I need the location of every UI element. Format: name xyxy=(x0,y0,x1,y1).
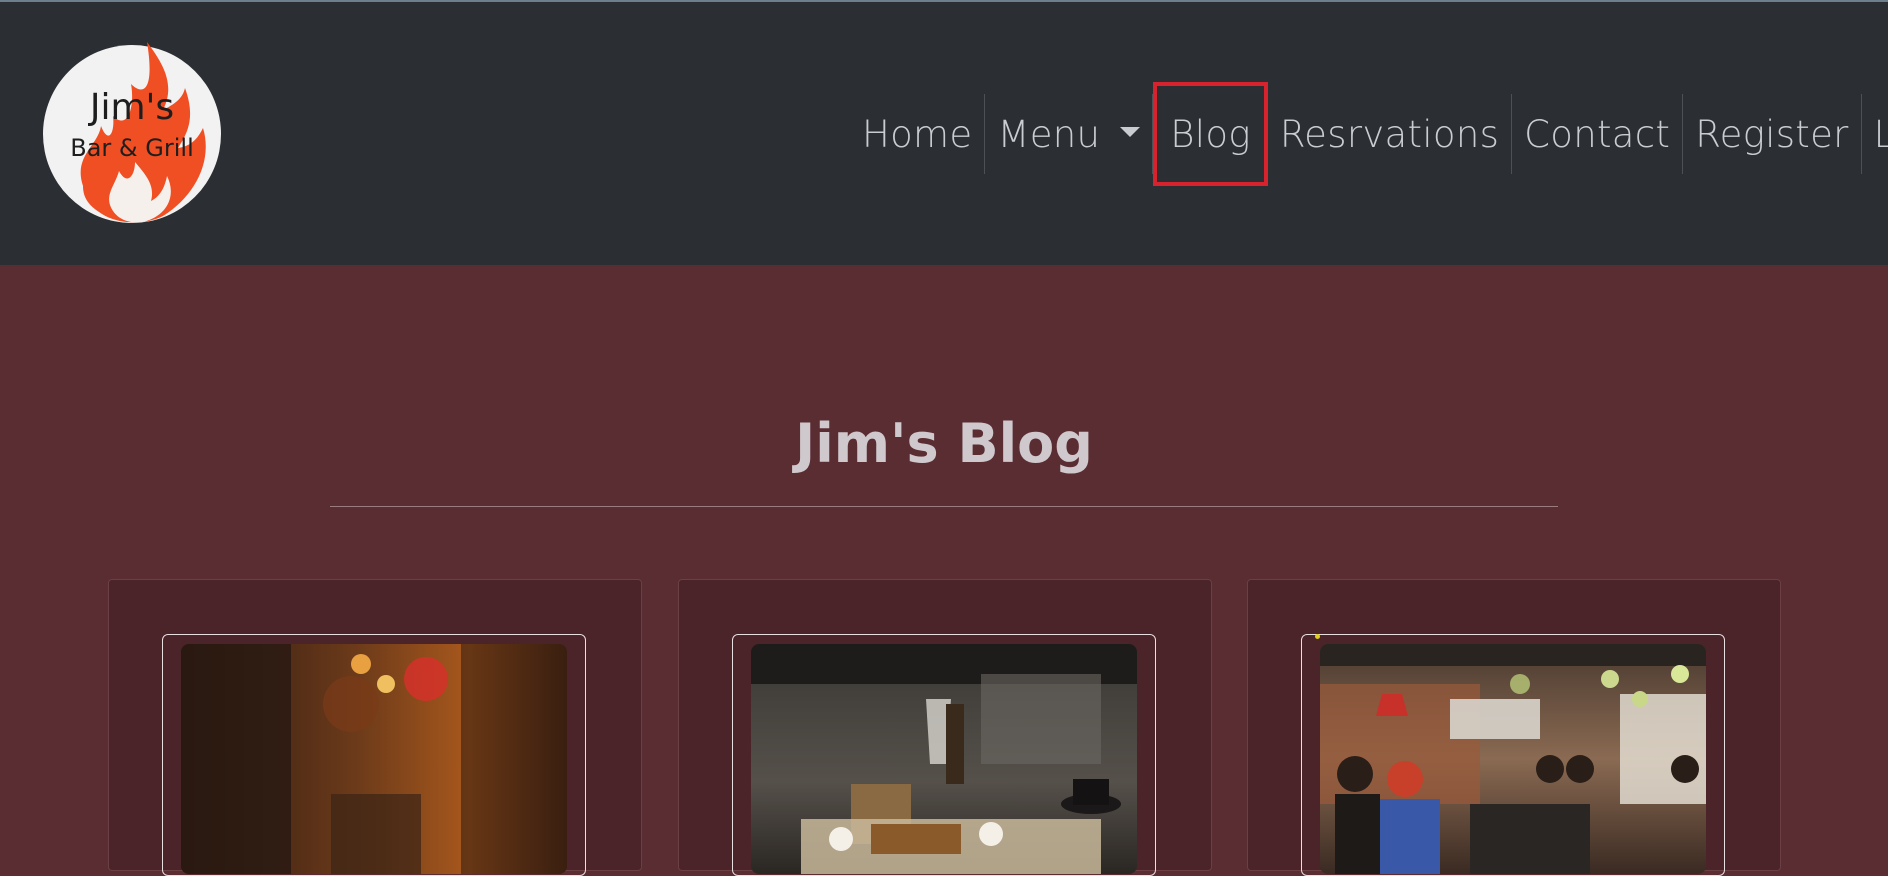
nav-blog-wrapper: Blog xyxy=(1153,82,1268,186)
nav-contact[interactable]: Contact xyxy=(1512,94,1684,174)
blog-card[interactable] xyxy=(108,579,642,876)
blog-card[interactable] xyxy=(678,579,1212,876)
nav-register[interactable]: Register xyxy=(1683,94,1862,174)
site-header: Jim's Bar & Grill Home Menu Blog Resrvat… xyxy=(0,2,1888,265)
yellow-dot-icon xyxy=(1315,634,1320,639)
bar-interior-photo[interactable] xyxy=(1320,644,1706,874)
title-divider xyxy=(330,506,1558,507)
page-title: Jim's Blog xyxy=(795,412,1093,475)
nav-blog[interactable]: Blog xyxy=(1153,82,1268,186)
nav-register-label: Register xyxy=(1695,112,1849,156)
main-nav: Home Menu Blog Resrvations Contact Regis… xyxy=(850,82,1888,186)
nav-contact-label: Contact xyxy=(1524,112,1671,156)
card-image-frame xyxy=(1301,634,1725,876)
nav-home-label: Home xyxy=(862,112,973,156)
svg-text:Jim's: Jim's xyxy=(88,87,174,128)
alley-night-photo[interactable] xyxy=(181,644,567,874)
nav-blog-label: Blog xyxy=(1170,112,1251,156)
svg-text:Bar & Grill: Bar & Grill xyxy=(70,134,193,162)
nav-home[interactable]: Home xyxy=(850,94,986,174)
brand-logo[interactable]: Jim's Bar & Grill xyxy=(43,36,221,228)
nav-reservations[interactable]: Resrvations xyxy=(1268,94,1513,174)
nav-menu-label: Menu xyxy=(997,112,1101,156)
nav-reservations-label: Resrvations xyxy=(1279,112,1500,156)
blog-card[interactable] xyxy=(1247,579,1781,876)
caret-down-icon xyxy=(1120,127,1141,137)
flame-logo-icon: Jim's Bar & Grill xyxy=(43,42,221,223)
cafe-table-photo[interactable] xyxy=(751,644,1137,874)
card-image-frame xyxy=(162,634,586,876)
nav-menu-dropdown[interactable]: Menu xyxy=(985,94,1154,174)
nav-login-label: Login xyxy=(1873,112,1888,156)
nav-login[interactable]: Login xyxy=(1862,94,1888,174)
card-image-frame xyxy=(732,634,1156,876)
